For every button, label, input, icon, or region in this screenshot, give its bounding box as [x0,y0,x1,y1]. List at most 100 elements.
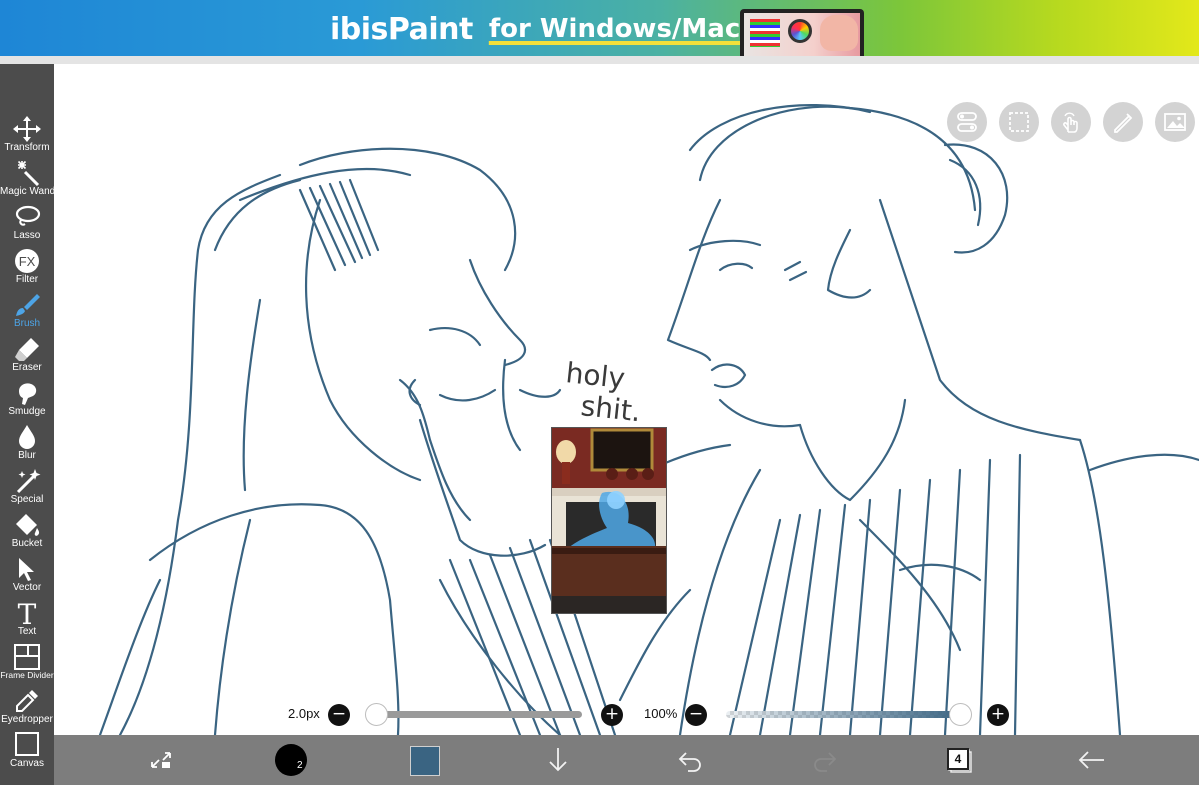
overlay-touch-button[interactable] [1051,102,1091,142]
brush-opacity-minus-button[interactable]: − [685,704,707,726]
tool-text[interactable]: T Text [0,598,54,642]
transform-icon [13,116,41,142]
smudge-icon [19,383,37,405]
overlay-selection-button[interactable] [999,102,1039,142]
handwriting-line-1: holy [564,356,626,395]
bottom-toolbar: 2 4 [54,735,1199,785]
tool-smudge[interactable]: Smudge [0,378,54,422]
banner-title: ibisPaint for Windows/Mac [330,9,740,49]
sketch-stroke [1088,453,1199,472]
tool-vector[interactable]: Vector [0,554,54,598]
banner-separator [0,56,1199,64]
brush-opacity-slider-fill [726,711,966,718]
tool-brush[interactable]: Brush [0,290,54,334]
overlay-image-button[interactable] [1155,102,1195,142]
ad-banner[interactable]: ibisPaint for Windows/Mac [0,0,1199,56]
tool-label: Brush [13,318,41,329]
tool-label: Canvas [10,758,44,769]
layer-count-badge: 4 [947,748,969,770]
tool-label: Lasso [13,230,41,241]
tool-filter[interactable]: FX Filter [0,246,54,290]
banner-laptop-image [740,9,864,56]
sketch-stroke [783,260,808,282]
tool-bucket[interactable]: Bucket [0,510,54,554]
sketch-stroke [518,388,562,398]
frame-divider-icon [14,644,40,670]
filter-fx-icon: FX [15,249,39,273]
undo-button[interactable] [674,743,708,777]
brush-size-minus-button[interactable]: − [328,704,350,726]
sketch-stroke [1078,438,1122,735]
sketch-stroke [418,418,547,557]
tool-label: Eraser [12,362,42,373]
tool-transform[interactable]: Transform [0,114,54,158]
brush-size-slider[interactable] [370,711,582,718]
tool-magic-wand[interactable]: Magic Wand [0,158,55,202]
drawing-canvas[interactable]: holy shit. [54,64,1199,735]
arrow-left-icon [1078,751,1104,769]
image-icon [1164,113,1186,131]
sketch-stroke [898,563,982,582]
brush-opacity-slider-knob[interactable] [948,703,972,726]
bucket-icon [16,514,40,536]
brush-opacity-label: 100% [644,706,678,721]
touch-hand-icon [1063,112,1078,133]
svg-text:FX: FX [19,254,36,269]
tool-label: Bucket [11,538,43,549]
sketch-stroke [666,198,722,362]
tool-label: Vector [12,582,42,593]
tool-lasso[interactable]: Lasso [0,202,54,246]
sketch-stroke [428,327,482,347]
brush-size-slider-knob[interactable] [364,703,388,726]
canvas-icon [15,732,39,756]
handwriting-line-2: shit. [579,389,642,428]
sketch-stroke [213,178,302,252]
sketch-stroke [710,363,747,389]
vector-arrow-icon [19,558,34,581]
sketch-stroke [468,258,527,367]
tool-eyedropper[interactable]: Eyedropper [0,686,54,730]
brush-settings-bar: 2.0px − + 100% − + [54,700,1199,730]
sketch-stroke [678,468,762,735]
sketch-stroke [502,358,522,452]
sketch-stroke [298,147,517,272]
text-t-icon: T [18,600,37,626]
tool-canvas[interactable]: Canvas [0,730,54,774]
arrow-down-icon [549,748,567,772]
transform-layer-button[interactable] [144,743,178,777]
tool-blur[interactable]: Blur [0,422,54,466]
banner-color-wheel-icon [788,19,812,43]
tool-special[interactable]: Special [0,466,54,510]
current-color-swatch[interactable] [410,746,440,776]
tool-label: Text [17,626,37,637]
brush-opacity-slider[interactable] [726,711,966,718]
sketch-stroke [118,173,282,735]
tool-frame-divider[interactable]: Frame Divider [0,642,54,686]
tool-label: Eyedropper [1,714,53,725]
sketch-stroke [858,518,962,652]
overlay-ruler-button[interactable] [1103,102,1143,142]
sketch-stroke [878,198,1082,442]
back-button[interactable] [1074,743,1108,777]
tool-label: Special [10,494,44,505]
banner-tagline: for Windows/Mac [488,14,741,44]
sketch-stroke [798,398,907,502]
sketch-stroke [948,158,982,227]
brush-size-plus-button[interactable]: + [601,704,623,726]
brush-opacity-plus-button[interactable]: + [987,704,1009,726]
reference-photo[interactable] [551,427,667,614]
toggle-icon [957,112,977,132]
sketch-stroke [698,105,977,212]
magic-wand-icon [17,160,40,186]
tool-label: Smudge [8,406,46,417]
ibispaint-window: ibisPaint for Windows/Mac Transform Magi… [0,0,1199,785]
overlay-toggle-button[interactable] [947,102,987,142]
sketch-stroke [718,262,754,272]
tool-label: Blur [18,450,36,461]
banner-character-image [820,15,858,51]
move-down-button[interactable] [541,743,575,777]
redo-button[interactable] [807,743,841,777]
eyedropper-icon [16,690,38,712]
selection-icon [1009,112,1029,132]
tool-eraser[interactable]: Eraser [0,334,54,378]
